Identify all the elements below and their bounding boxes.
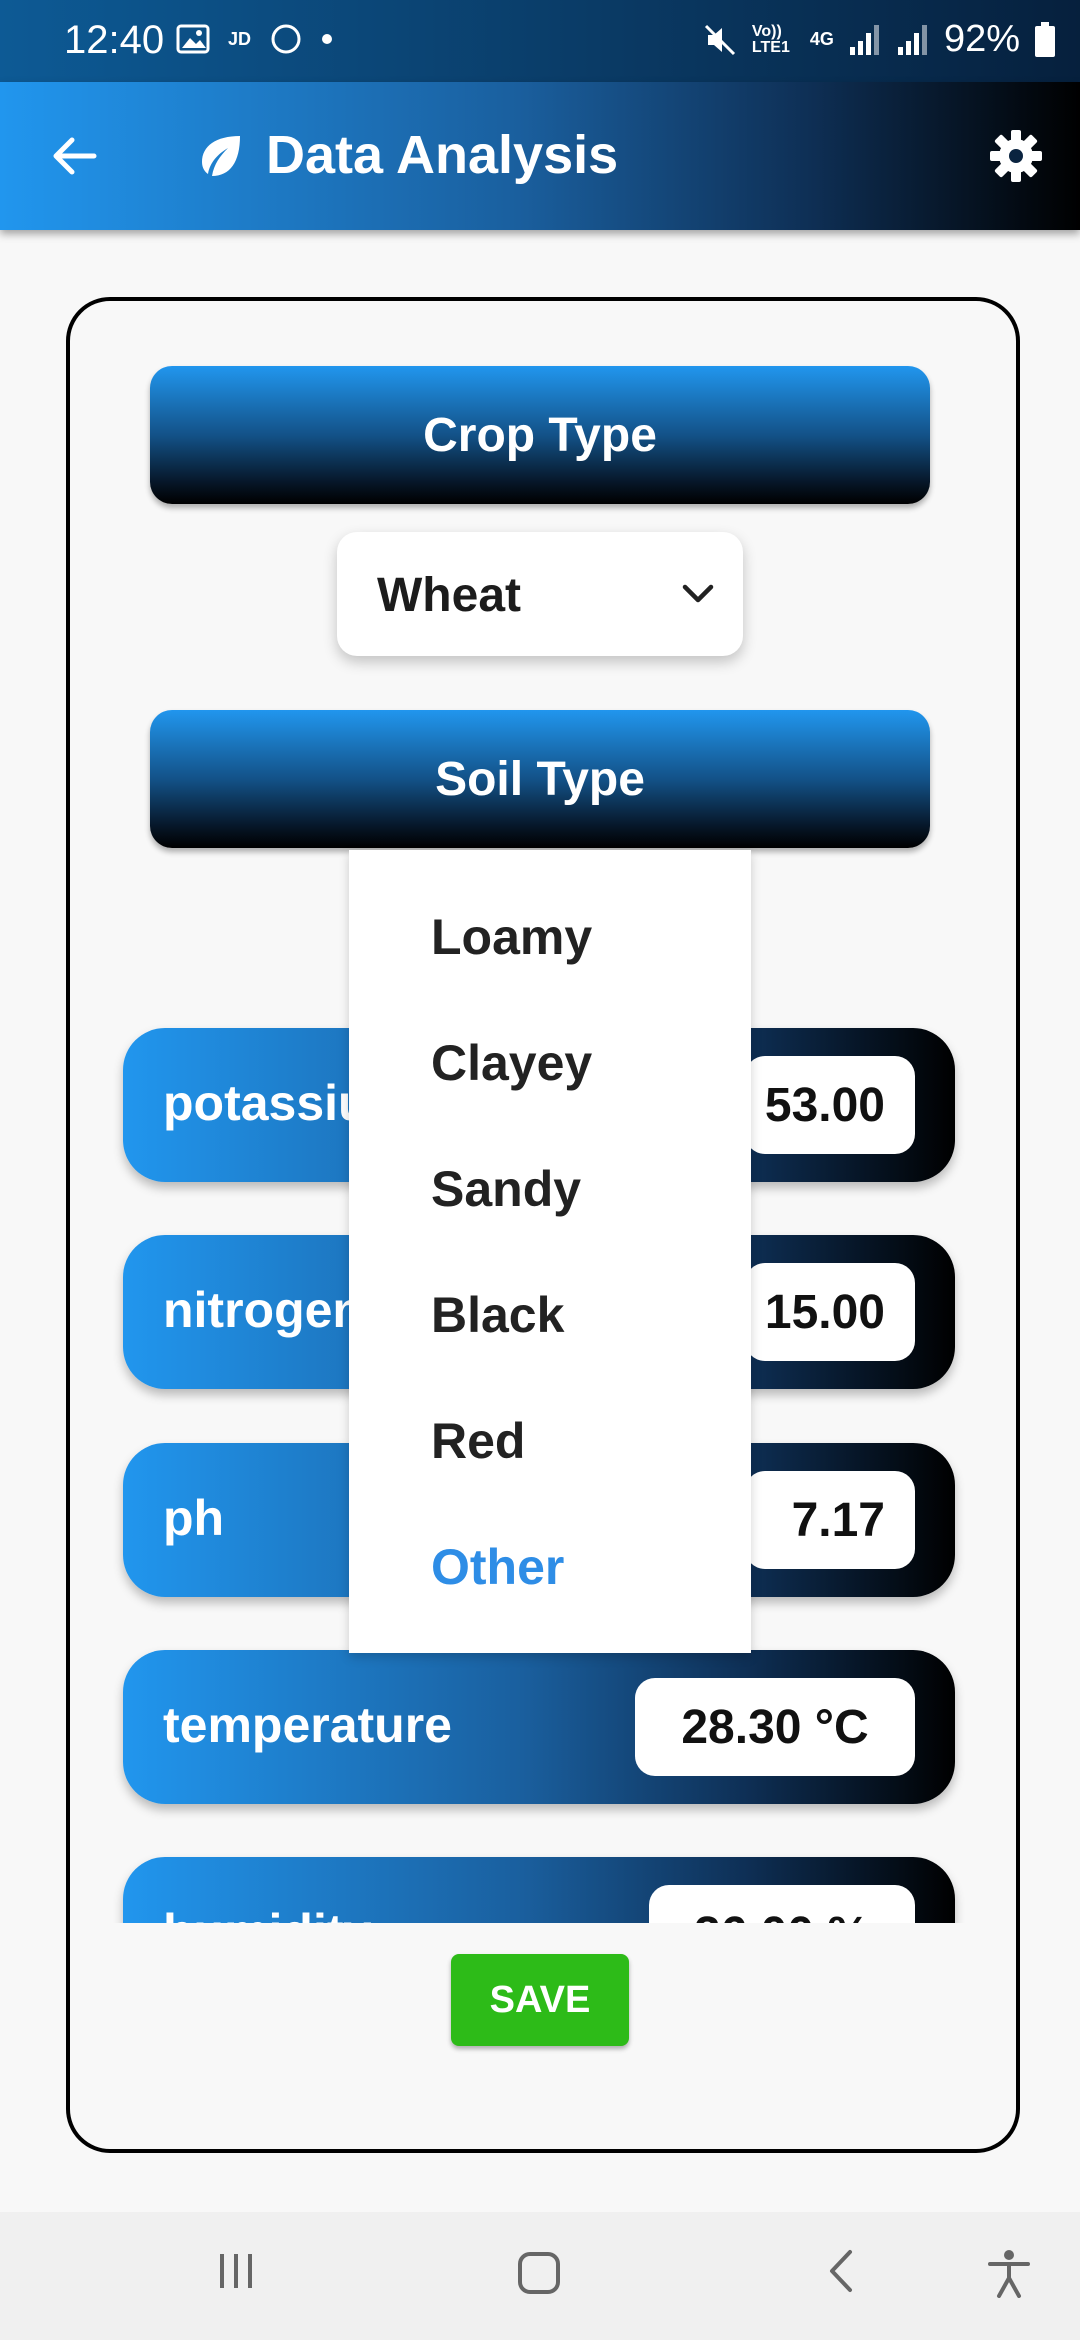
measurement-row-humidity: humidity 26.00 % <box>123 1857 955 1923</box>
mute-icon <box>704 24 735 55</box>
status-bar: 12:40 JD Vo)) LTE1 4G 92% <box>0 0 1080 82</box>
battery-percent: 92% <box>943 18 1020 60</box>
measurement-label: ph <box>163 1490 225 1546</box>
measurement-value: 26.00 % <box>649 1885 915 1923</box>
signal-icon-1 <box>849 24 879 55</box>
measurement-label: temperature <box>163 1697 452 1753</box>
home-icon[interactable] <box>514 2248 566 2300</box>
arrow-back-icon[interactable] <box>46 128 102 184</box>
measurement-value: 53.00 <box>745 1056 915 1154</box>
circle-icon <box>271 24 301 54</box>
measurement-value: 28.30 °C <box>635 1678 915 1776</box>
soil-option-other[interactable]: Other <box>431 1538 564 1596</box>
back-icon[interactable] <box>820 2248 866 2294</box>
volte-label: Vo)) LTE1 <box>751 22 790 56</box>
app-bar: Data Analysis <box>0 82 1080 230</box>
network-label: 4G <box>809 29 834 49</box>
measurement-value: 7.17 <box>745 1471 915 1569</box>
save-button[interactable]: SAVE <box>451 1954 629 2046</box>
page-title: Data Analysis <box>266 125 619 185</box>
status-left-icons: JD <box>176 22 333 56</box>
crop-selected-value: Wheat <box>377 569 521 622</box>
soil-option-clayey[interactable]: Clayey <box>431 1034 592 1092</box>
system-nav-bar <box>0 2212 1080 2340</box>
dot-icon <box>322 34 333 44</box>
gallery-icon <box>176 24 210 54</box>
soil-option-black[interactable]: Black <box>431 1286 564 1344</box>
battery-icon <box>1035 21 1055 57</box>
soil-option-sandy[interactable]: Sandy <box>431 1160 581 1218</box>
soil-type-menu: Loamy Clayey Sandy Black Red Other <box>349 850 751 1653</box>
chevron-down-icon <box>682 584 714 603</box>
leaf-icon <box>202 136 240 176</box>
gear-icon[interactable] <box>988 128 1044 184</box>
signal-icon-2 <box>897 24 927 55</box>
measurement-row-temperature: temperature 28.30 °C <box>123 1650 955 1804</box>
measurement-label: potassiu <box>163 1075 369 1131</box>
status-right-icons: Vo)) LTE1 4G 92% <box>702 18 1056 61</box>
carrier-badge: JD <box>228 28 252 49</box>
measurement-label: nitrogen <box>163 1282 363 1338</box>
measurement-value: 15.00 <box>745 1263 915 1361</box>
measurement-label: humidity <box>163 1903 371 1923</box>
recent-apps-icon[interactable] <box>214 2248 260 2294</box>
accessibility-icon[interactable] <box>984 2248 1034 2298</box>
soil-option-loamy[interactable]: Loamy <box>431 908 592 966</box>
soil-option-red[interactable]: Red <box>431 1412 525 1470</box>
status-time: 12:40 <box>64 18 165 62</box>
soil-type-header: Soil Type <box>150 710 930 848</box>
crop-type-header: Crop Type <box>150 366 930 504</box>
crop-type-dropdown[interactable]: Wheat <box>337 532 743 656</box>
